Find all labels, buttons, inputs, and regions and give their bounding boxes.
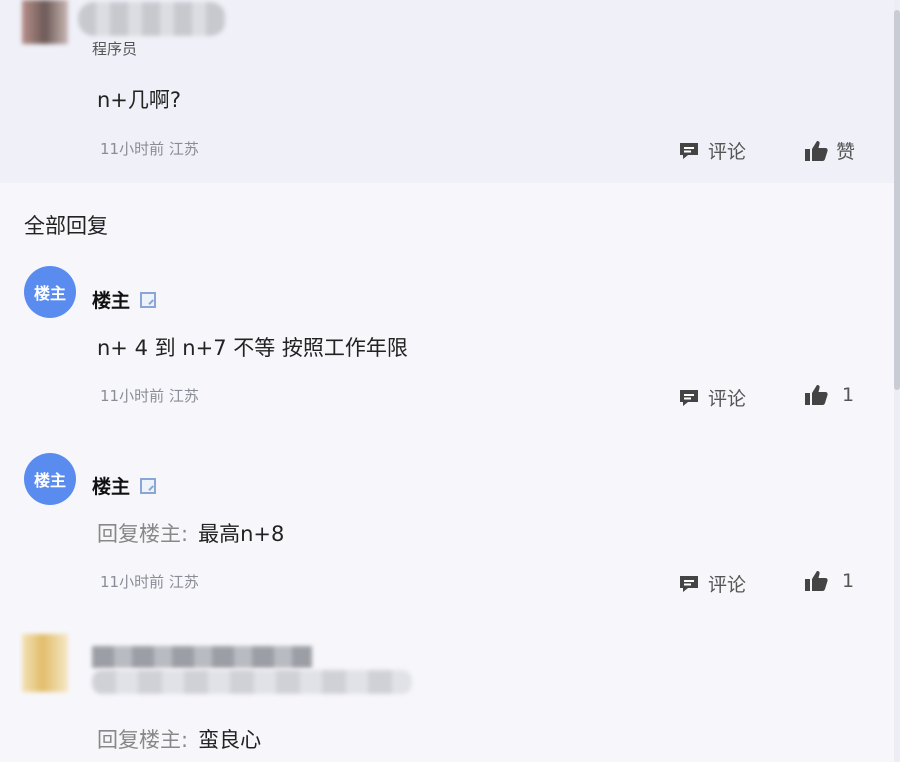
like-button[interactable]: 赞 <box>804 137 855 164</box>
reply-to-prefix: 回复楼主: <box>97 522 189 546</box>
scrollbar[interactable] <box>894 0 900 762</box>
avatar[interactable]: 楼主 <box>24 453 76 505</box>
reply-author[interactable]: 楼主 <box>92 286 157 313</box>
verified-badge-icon <box>140 477 157 494</box>
like-count: 1 <box>842 384 855 406</box>
like-button[interactable]: 1 <box>804 570 854 592</box>
thumbs-up-icon <box>805 385 828 405</box>
reply-to-prefix: 回复楼主: <box>97 728 189 752</box>
author-name: 楼主 <box>92 476 131 498</box>
comment-icon <box>680 389 698 406</box>
reply-text: n+ 4 到 n+7 不等 按照工作年限 <box>97 336 408 360</box>
comment-icon <box>680 142 698 159</box>
scrollbar-thumb[interactable] <box>894 10 900 390</box>
section-title: 全部回复 <box>24 214 108 238</box>
blurred-avatar <box>22 634 68 692</box>
thumbs-up-icon <box>805 140 828 161</box>
blurred-username <box>78 2 226 36</box>
original-post: 程序员 n+几啊? 11小时前 江苏 评论 赞 <box>0 0 894 183</box>
comment-button[interactable]: 评论 <box>678 137 746 164</box>
reply-content: 蛮良心 <box>198 728 262 752</box>
reply-author[interactable]: 楼主 <box>92 472 157 499</box>
post-body: n+几啊? <box>97 88 182 112</box>
thumbs-up-icon <box>805 571 828 591</box>
like-count: 1 <box>842 570 855 592</box>
verified-badge-icon <box>140 291 157 308</box>
reply-content: 最高n+8 <box>198 522 285 546</box>
reply-text: 回复楼主: 最高n+8 <box>97 518 284 548</box>
comment-button[interactable]: 评论 <box>678 384 746 411</box>
post-meta: 11小时前 江苏 <box>100 140 199 158</box>
user-role: 程序员 <box>92 40 138 58</box>
author-name: 楼主 <box>92 290 131 312</box>
avatar[interactable]: 楼主 <box>24 266 76 318</box>
like-button[interactable]: 1 <box>804 384 854 406</box>
comment-label: 评论 <box>708 388 747 410</box>
like-label: 赞 <box>836 141 856 163</box>
reply-meta: 11小时前 江苏 <box>100 573 199 591</box>
reply-meta: 11小时前 江苏 <box>100 387 199 405</box>
comment-label: 评论 <box>708 574 747 596</box>
reply-text: 回复楼主: 蛮良心 <box>97 724 261 754</box>
blurred-avatar <box>22 0 68 44</box>
blurred-username <box>92 646 312 668</box>
comment-label: 评论 <box>708 141 747 163</box>
comment-icon <box>680 575 698 592</box>
comment-button[interactable]: 评论 <box>678 570 746 597</box>
blurred-user-info <box>92 670 412 694</box>
